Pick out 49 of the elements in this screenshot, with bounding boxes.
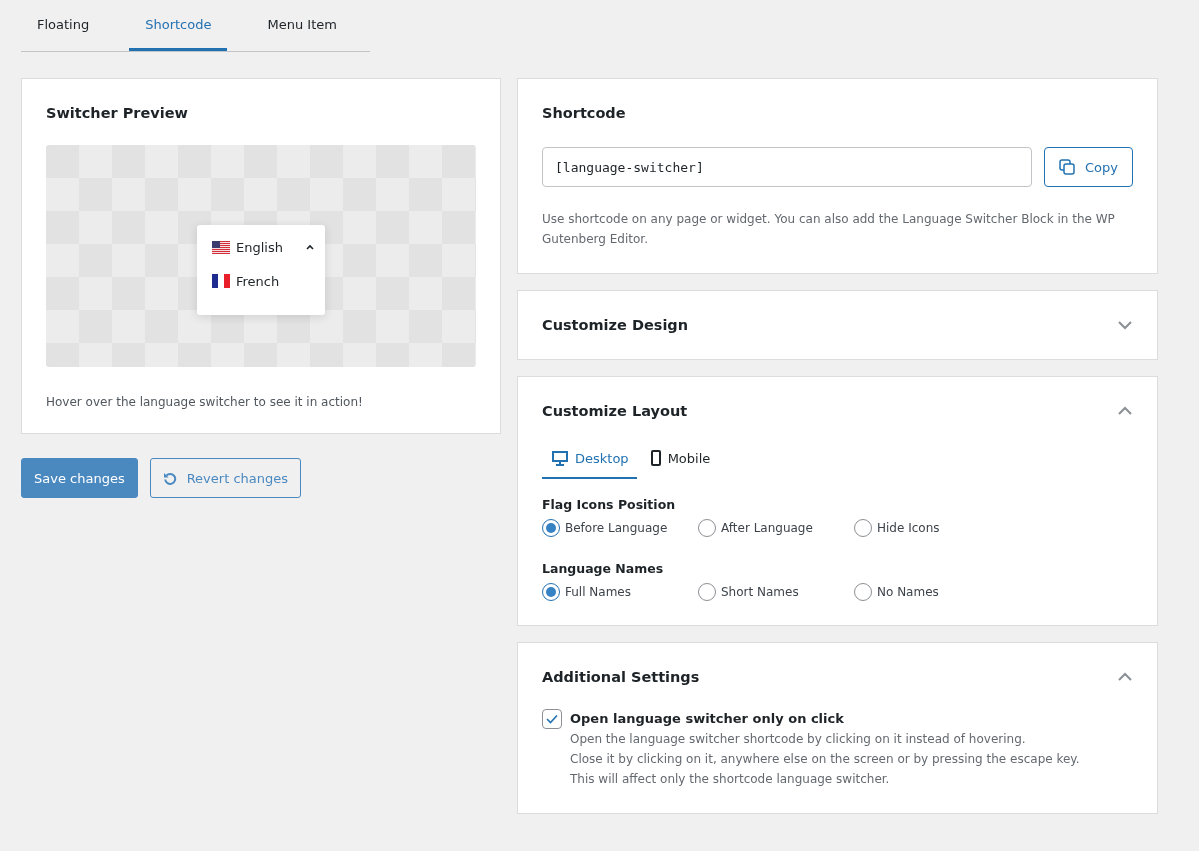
- chevron-up-icon[interactable]: [1117, 672, 1133, 682]
- group-label: Flag Icons Position: [542, 497, 677, 512]
- copy-button[interactable]: Copy: [1044, 147, 1133, 187]
- description-text: This will affect only the shortcode language switcher.: [570, 771, 891, 788]
- hint-text: Hover over the language switcher to see it in action!: [46, 395, 364, 409]
- language-option[interactable]: French: [212, 271, 315, 291]
- tab[interactable]: Menu Item: [251, 0, 353, 51]
- option-label: Full Names: [565, 585, 631, 599]
- language-name: English: [236, 239, 283, 255]
- card-title: Switcher Preview: [46, 104, 189, 123]
- card-title: Shortcode: [542, 104, 627, 123]
- description-text: Open the language switcher shortcode by clicking on it instead of hovering.: [570, 731, 1027, 748]
- radio-option[interactable]: Full Names: [542, 583, 698, 601]
- radio-option[interactable]: No Names: [854, 583, 1010, 601]
- language-option[interactable]: English: [212, 237, 315, 257]
- radio-option[interactable]: After Language: [698, 519, 854, 537]
- copy-icon: [1059, 159, 1075, 175]
- tab[interactable]: Shortcode: [129, 0, 228, 51]
- tab[interactable]: Floating: [21, 0, 106, 51]
- chevron-down-icon[interactable]: [1117, 320, 1133, 330]
- shortcode-field[interactable]: [language-switcher]: [542, 147, 1032, 187]
- option-label: Short Names: [721, 585, 799, 599]
- device-tab[interactable]: Desktop: [542, 443, 637, 479]
- option-label: Before Language: [565, 521, 668, 535]
- option-label: No Names: [877, 585, 939, 599]
- help-text: Use shortcode on any page or widget. You can also add the Language Switcher Block in the WP Gutenberg Editor.: [542, 211, 1116, 248]
- option-label: Hide Icons: [877, 521, 940, 535]
- checkbox-label: Open language switcher only on click: [570, 710, 845, 728]
- device-tab[interactable]: Mobile: [640, 443, 719, 479]
- language-switcher[interactable]: English French: [197, 225, 325, 315]
- group-label: Language Names: [542, 561, 665, 576]
- option-label: After Language: [721, 521, 813, 535]
- card-title: Customize Layout: [542, 402, 688, 421]
- radio-option[interactable]: Hide Icons: [854, 519, 1010, 537]
- save-button[interactable]: Save changes: [21, 458, 138, 498]
- chevron-up-icon[interactable]: [1117, 406, 1133, 416]
- monitor-icon: [552, 450, 568, 466]
- checkbox[interactable]: [542, 709, 562, 729]
- flag-icon: [212, 274, 230, 288]
- radio-option[interactable]: Short Names: [698, 583, 854, 601]
- checkmark-icon: [546, 714, 558, 724]
- language-name: French: [236, 273, 280, 289]
- radio-option[interactable]: Before Language: [542, 519, 698, 537]
- phone-icon: [650, 450, 661, 466]
- card-title: Customize Design: [542, 316, 689, 335]
- description-text: Close it by clicking on it, anywhere else on the screen or by pressing the escape key.: [570, 751, 1080, 768]
- flag-icon: [212, 240, 230, 254]
- undo-icon: [162, 471, 177, 485]
- card-title: Additional Settings: [542, 668, 700, 687]
